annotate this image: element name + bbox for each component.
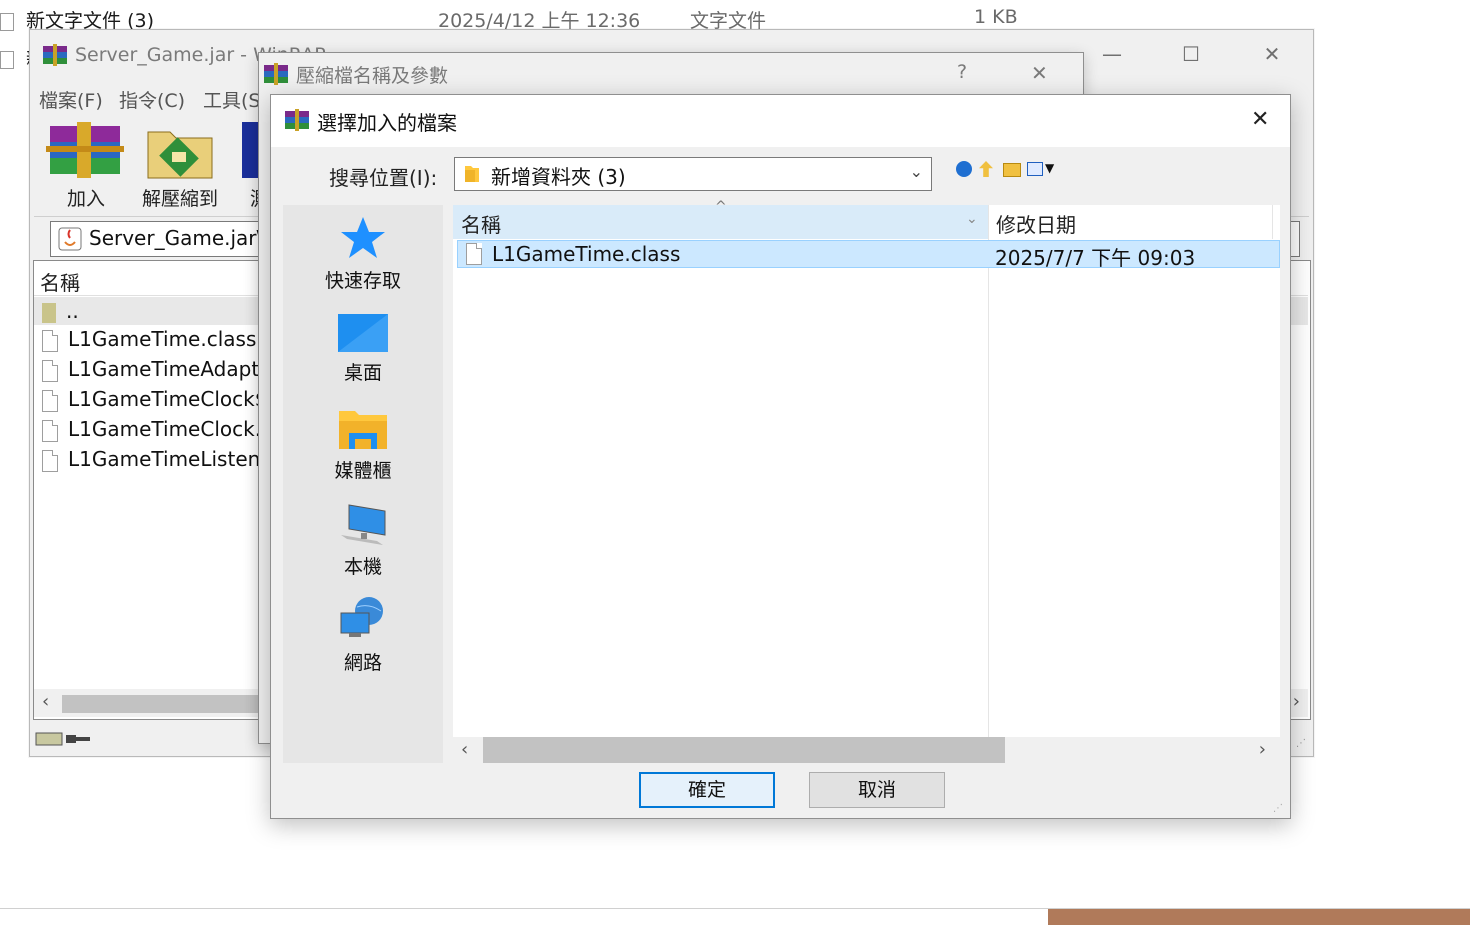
dialog-title: 選擇加入的檔案 [317,111,457,135]
list-header-name[interactable]: 名稱 [40,267,80,296]
text-file-icon [0,50,14,69]
place-network[interactable]: 網路 [283,595,443,675]
dialog-resize-grip-icon[interactable]: ⋰ [1273,803,1283,814]
add-archive-icon [46,122,124,178]
add-button[interactable]: 加入 [36,116,126,216]
close-button[interactable]: ✕ [1258,42,1286,66]
list-item[interactable]: L1GameTimeAdapt [42,357,259,382]
place-quick-access[interactable]: 快速存取 [283,215,443,293]
network-icon [340,597,383,637]
desktop-icon [338,314,388,352]
list-item[interactable]: L1GameTimeClock.c [42,417,272,442]
menu-file[interactable]: 檔案(F) [39,86,103,113]
computer-icon [341,504,386,545]
file-name: L1GameTime.class [492,242,681,266]
file-icon [42,359,58,382]
resize-grip-icon[interactable]: ⋰ [1296,738,1306,749]
extract-to-button[interactable]: 解壓縮到 [130,116,230,216]
scroll-left-icon[interactable]: ‹ [42,691,49,712]
chevron-down-icon[interactable]: ⌄ [910,162,923,181]
up-folder-icon[interactable] [979,161,993,177]
list-item[interactable]: .. [42,299,79,323]
library-folder-icon [339,411,387,449]
cancel-button[interactable]: 取消 [809,772,945,808]
place-libraries[interactable]: 媒體櫃 [283,407,443,483]
ok-button[interactable]: 確定 [639,772,775,808]
winrar-app-icon [43,44,67,66]
scroll-right-icon[interactable]: › [1293,691,1300,712]
menu-commands[interactable]: 指令(C) [119,86,185,113]
maximize-button[interactable]: ☐ [1177,42,1205,66]
view-menu-icon[interactable] [1027,162,1043,176]
file-icon [42,419,58,442]
winrar-app-icon [285,109,309,131]
desktop-wallpaper-strip [1048,909,1470,925]
extract-folder-icon [147,131,213,179]
place-this-pc[interactable]: 本機 [283,501,443,579]
dialog-file-list: 名稱 ^ ⌄ 修改日期 L1GameTime.class 2025/7/7 下午… [453,199,1280,763]
column-header-modified[interactable]: 修改日期 [996,209,1076,238]
sort-up-icon: ^ [715,199,727,215]
extract-to-label: 解壓縮到 [141,188,218,210]
winrar-app-icon [264,63,288,85]
text-file-icon [0,12,14,31]
column-dropdown-icon[interactable]: ⌄ [966,211,978,227]
file-icon [42,389,58,412]
scroll-left-icon[interactable]: ‹ [461,739,468,760]
help-button[interactable]: ? [957,61,967,83]
scroll-thumb[interactable] [483,737,1005,763]
menu-tools[interactable]: 工具(S [203,86,260,113]
parent-folder-icon [42,302,56,323]
new-folder-icon[interactable] [1003,163,1021,177]
column-divider-end [1272,205,1273,239]
select-files-dialog: 選擇加入的檔案 ✕ 搜尋位置(I): 新增資料夾 (3) ⌄ ▼ 快速存取 桌面… [270,94,1291,819]
back-icon[interactable] [956,161,972,177]
column-divider [988,205,989,737]
file-modified: 2025/7/7 下午 09:03 [995,246,1196,270]
list-item[interactable]: L1GameTimeClock$ [42,387,267,412]
table-row[interactable]: L1GameTime.class 2025/7/7 下午 09:03 [457,240,1280,270]
file-icon [42,449,58,472]
explorer-file-size: 1 KB [974,6,1018,28]
column-header-name[interactable]: 名稱 [461,209,501,238]
archive-dialog-title: 壓縮檔名稱及參數 [296,65,449,87]
places-bar: 快速存取 桌面 媒體櫃 本機 網路 [283,205,443,763]
archive-dialog-close-button[interactable]: ✕ [1031,61,1048,85]
scroll-thumb[interactable] [62,695,262,713]
look-in-value: 新增資料夾 (3) [491,165,626,189]
place-desktop[interactable]: 桌面 [283,313,443,385]
list-item[interactable]: L1GameTime.class [42,327,256,352]
minimize-button[interactable]: — [1098,42,1126,66]
file-icon [466,243,482,265]
list-item[interactable]: L1GameTimeListen [42,447,260,472]
view-menu-dropdown-icon[interactable]: ▼ [1045,161,1054,175]
status-drive-icon [34,728,94,750]
look-in-label: 搜尋位置(I): [329,166,438,190]
dialog-close-button[interactable]: ✕ [1251,107,1269,132]
add-label: 加入 [66,188,105,210]
java-archive-icon [58,227,82,251]
dialog-horizontal-scrollbar[interactable]: ‹ › [453,737,1280,763]
scroll-right-icon[interactable]: › [1259,739,1266,760]
path-text: Server_Game.jar\ [89,226,264,250]
star-icon [341,217,385,258]
file-icon [42,329,58,352]
look-in-dropdown[interactable]: 新增資料夾 (3) ⌄ [454,157,932,191]
folder-icon [465,166,479,182]
